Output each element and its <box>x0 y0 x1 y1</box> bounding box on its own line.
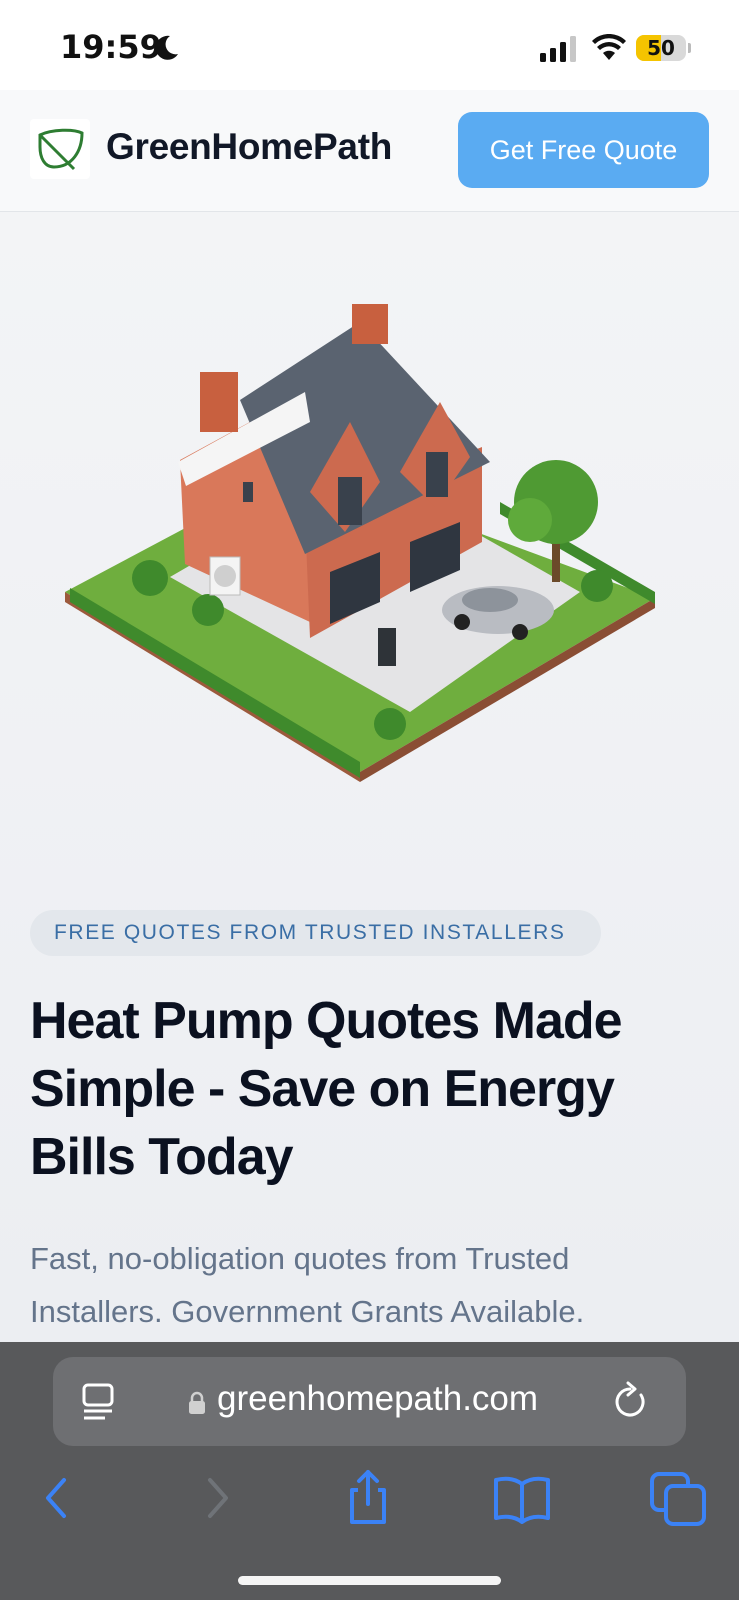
share-icon[interactable] <box>338 1468 398 1528</box>
page-menu-icon[interactable] <box>81 1383 115 1421</box>
cellular-signal-icon <box>540 36 576 62</box>
hero-subtitle: Fast, no-obligation quotes from Trusted … <box>30 1241 585 1329</box>
site-logo[interactable] <box>30 119 90 179</box>
moon-icon <box>155 35 178 60</box>
trusted-installers-badge: FREE QUOTES FROM TRUSTED INSTALLERS <box>30 910 601 956</box>
hero-section: FREE QUOTES FROM TRUSTED INSTALLERS Heat… <box>0 212 739 1342</box>
house-illustration <box>65 304 655 782</box>
bookmarks-icon[interactable] <box>492 1468 552 1528</box>
hero-title: Heat Pump Quotes Made Simple - Save on E… <box>30 992 623 1186</box>
browser-toolbar: greenhomepath.com <box>0 1342 739 1600</box>
url-text[interactable]: greenhomepath.com <box>217 1379 538 1419</box>
reload-icon[interactable] <box>611 1381 649 1421</box>
battery-icon: 50 <box>636 35 692 61</box>
wifi-icon <box>592 34 626 60</box>
brand-name[interactable]: GreenHomePath <box>106 126 392 168</box>
address-bar[interactable]: greenhomepath.com <box>53 1357 686 1446</box>
status-bar: 19:59 50 <box>0 0 739 90</box>
status-time: 19:59 <box>60 28 162 66</box>
back-icon[interactable] <box>30 1468 90 1528</box>
leaf-icon <box>38 128 84 171</box>
lock-icon <box>189 1391 205 1414</box>
get-free-quote-button[interactable]: Get Free Quote <box>458 112 709 188</box>
home-indicator[interactable] <box>238 1576 501 1585</box>
tabs-icon[interactable] <box>648 1468 708 1528</box>
forward-icon[interactable] <box>186 1468 246 1528</box>
battery-level-text: 50 <box>647 36 675 60</box>
site-header: GreenHomePath Get Free Quote <box>0 90 739 212</box>
